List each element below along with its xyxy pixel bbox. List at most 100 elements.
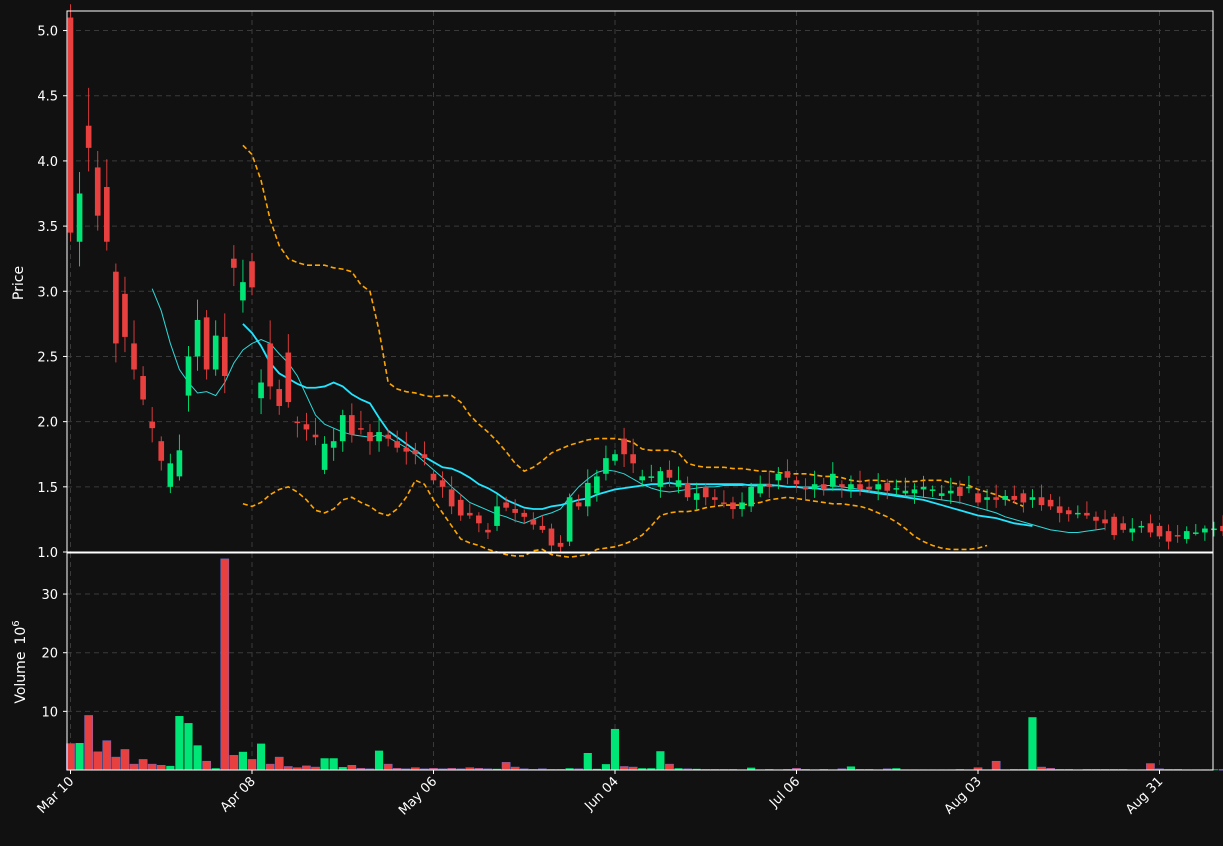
- candle-body-down: [957, 486, 963, 496]
- candle-body-down: [793, 480, 800, 485]
- volume-bar: [229, 755, 239, 771]
- candle-body-down: [131, 343, 137, 370]
- candle-body-down: [203, 317, 210, 370]
- candle-body-down: [149, 421, 155, 429]
- volume-bar: [238, 751, 248, 770]
- volume-bar: [846, 766, 856, 770]
- candle-body-up: [639, 476, 646, 481]
- candle-body-up: [566, 497, 573, 542]
- candle-body-down: [485, 529, 491, 533]
- candle-body-down: [285, 352, 292, 403]
- candle-body-up: [1192, 532, 1199, 534]
- candle-body-down: [820, 484, 827, 490]
- price-axis-label: Price: [11, 266, 27, 300]
- candle-body-up: [1138, 525, 1145, 528]
- candle-body-up: [1075, 512, 1081, 515]
- candle-body-up: [875, 484, 881, 490]
- volume-bar: [256, 743, 266, 770]
- candle-body-up: [1129, 528, 1136, 533]
- candle-body-down: [421, 454, 428, 459]
- volume-bar: [102, 740, 112, 771]
- candle-body-down: [702, 486, 709, 498]
- candle-body-down: [1093, 516, 1099, 521]
- candle-body-down: [439, 480, 446, 487]
- candle-body-up: [920, 486, 927, 490]
- candle-body-down: [1084, 512, 1090, 516]
- candle-body-up: [339, 415, 346, 442]
- volume-bar: [1218, 769, 1223, 771]
- candle-body-down: [457, 499, 464, 516]
- volume-bar: [84, 715, 93, 771]
- candle-body-up: [258, 382, 264, 399]
- candle-body-up: [811, 484, 818, 490]
- candle-body-down: [312, 434, 319, 438]
- candle-body-down: [548, 528, 555, 546]
- volume-bar: [147, 763, 157, 771]
- candle-body-down: [721, 502, 727, 504]
- candle-body-down: [94, 167, 101, 216]
- volume-bar: [265, 763, 275, 771]
- price-tick-label: 2.0: [37, 416, 58, 431]
- candle-body-down: [521, 512, 528, 517]
- candle-body-up: [330, 441, 337, 448]
- candle-body-up: [1183, 531, 1190, 539]
- volume-bar: [111, 756, 121, 771]
- volume-bar: [583, 752, 592, 770]
- price-tick-label: 5.0: [37, 25, 58, 40]
- volume-bar: [274, 756, 284, 771]
- candle-body-up: [748, 486, 754, 507]
- volume-bar: [175, 716, 184, 770]
- volume-bar: [302, 765, 311, 771]
- candle-body-down: [358, 428, 364, 430]
- volume-bar: [501, 762, 511, 771]
- candle-body-up: [612, 454, 618, 461]
- candle-body-down: [1056, 506, 1063, 513]
- candle-body-down: [1147, 523, 1154, 533]
- volume-bar: [1146, 763, 1155, 771]
- volume-bar: [193, 745, 202, 770]
- volume-bar: [66, 743, 75, 771]
- candle-body-up: [966, 486, 972, 489]
- volume-tick-label: 20: [41, 647, 58, 662]
- candle-body-down: [113, 271, 119, 344]
- candle-body-down: [684, 482, 691, 498]
- candle-body-down: [221, 336, 228, 377]
- candle-body-up: [739, 502, 745, 509]
- volume-bar: [991, 760, 1001, 771]
- candle-body-down: [766, 484, 773, 487]
- candle-body-up: [1002, 495, 1009, 500]
- volume-bar: [656, 751, 665, 770]
- candle-body-down: [466, 512, 473, 516]
- stock-chart: 1.0 1.5 2.0 2.5 3.0 3.5 4.0 4.5 5.0 10 20 30 Mar 1…: [0, 0, 1223, 842]
- candle-body-down: [1102, 519, 1108, 524]
- candle-body-down: [1111, 516, 1117, 536]
- candle-body-up: [693, 493, 700, 500]
- candle-body-up: [212, 335, 219, 370]
- candle-body-down: [385, 434, 391, 439]
- candle-body-down: [1120, 523, 1127, 530]
- candle-body-down: [1011, 495, 1018, 500]
- price-tick-label: 3.0: [37, 285, 58, 300]
- candle-body-down: [884, 482, 891, 491]
- candle-body-up: [829, 473, 836, 487]
- candle-body-down: [249, 261, 255, 288]
- volume-bar: [619, 766, 629, 771]
- candle-body-up: [984, 497, 990, 500]
- candle-body-down: [103, 186, 110, 242]
- volume-bar: [374, 750, 384, 770]
- volume-bar: [184, 723, 193, 770]
- volume-tick-label: 30: [41, 588, 58, 603]
- candle-body-up: [1211, 528, 1217, 531]
- candle-body-down: [1038, 497, 1045, 506]
- volume-axis-unit-exponent: 6: [11, 620, 22, 626]
- candle-body-down: [403, 447, 410, 452]
- candle-body-down: [158, 441, 165, 461]
- price-tick-label: 3.5: [37, 220, 58, 235]
- candle-body-down: [430, 473, 437, 481]
- candle-body-up: [675, 480, 682, 487]
- candle-body-down: [1156, 525, 1163, 537]
- candle-body-down: [303, 424, 310, 430]
- volume-bar: [93, 751, 103, 771]
- candle-body-down: [1047, 499, 1054, 507]
- volume-bar: [166, 765, 175, 770]
